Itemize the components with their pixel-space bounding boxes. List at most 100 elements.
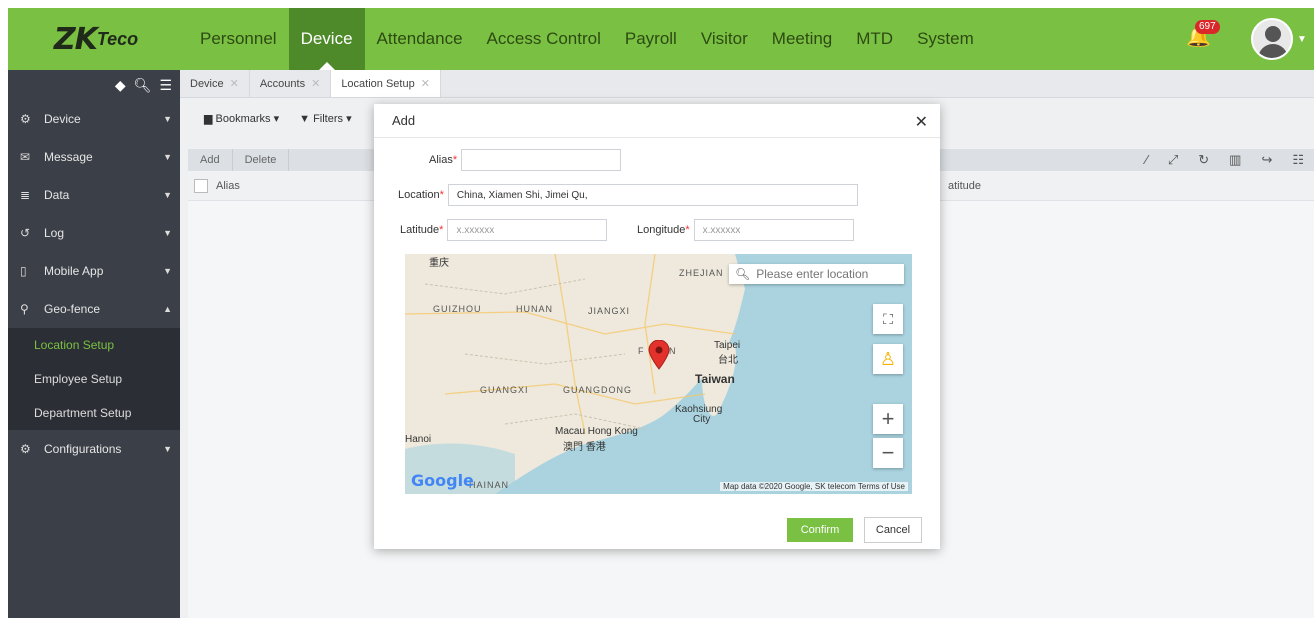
map-label-city: City (693, 414, 711, 425)
share-icon[interactable]: ↪ (1261, 152, 1272, 168)
map-label-guangxi: GUANGXI (480, 385, 529, 395)
search-icon[interactable]: 🔍︎ (134, 77, 152, 94)
nav-access-control[interactable]: Access Control (475, 8, 613, 70)
map-label-chongqing: 重庆 (429, 258, 449, 269)
close-icon[interactable]: ✕ (915, 112, 928, 132)
map-label-macau-hk-cn: 澳門 香港 (563, 442, 606, 453)
longitude-input[interactable] (693, 219, 854, 241)
bookmarks-label: Bookmarks (215, 112, 271, 125)
map-label-hainan: HAINAN (469, 480, 510, 490)
fullscreen-icon[interactable]: ⛶ (873, 304, 903, 334)
map-attribution[interactable]: Map data ©2020 Google, SK telecom Terms … (720, 482, 908, 491)
google-logo: Google (411, 471, 474, 490)
menu-toggle-icon[interactable]: ☰ (159, 77, 172, 94)
log-icon: ↺ (20, 226, 31, 240)
notification-badge: 697 (1195, 20, 1220, 34)
map-label-zhejiang: ZHEJIAN (679, 268, 724, 278)
close-icon[interactable]: ✕ (421, 78, 430, 90)
zkteco-logo[interactable]: ZK Teco (8, 8, 184, 70)
column-alias[interactable]: Alias (216, 180, 240, 192)
magic-wand-icon[interactable]: ⁄ (1146, 152, 1148, 168)
location-input[interactable] (447, 184, 858, 206)
tab-device[interactable]: Device ✕ (180, 70, 250, 97)
zoom-in-button[interactable]: + (873, 404, 903, 434)
bookmarks-button[interactable]: ▆ Bookmarks ▾ (204, 112, 279, 125)
nav-meeting[interactable]: Meeting (760, 8, 844, 70)
map-label-taipei: Taipei (714, 340, 741, 351)
select-all-checkbox[interactable] (194, 178, 208, 193)
sidebar-item-message[interactable]: ✉ Message ▼ (8, 138, 180, 176)
sidebar-subitem-department-setup[interactable]: Department Setup (8, 396, 180, 430)
confirm-button[interactable]: Confirm (787, 518, 853, 542)
avatar[interactable] (1251, 18, 1293, 60)
sidebar-item-label: Device (44, 112, 81, 126)
latitude-input[interactable] (447, 219, 608, 241)
required-marker: * (452, 154, 458, 166)
map-search-box[interactable]: 🔍︎ (729, 264, 904, 284)
map-label-macau-hk: Macau Hong Kong (555, 426, 638, 437)
alias-label: Alias* (429, 154, 457, 166)
street-view-pegman-icon[interactable]: ♙ (873, 344, 903, 374)
filters-label: Filters (313, 112, 344, 125)
tab-label: Accounts (259, 78, 306, 90)
expand-icon[interactable]: ⤢ (1168, 152, 1178, 168)
required-marker: * (439, 224, 444, 236)
add-button[interactable]: Add (188, 149, 233, 171)
search-icon: 🔍︎ (735, 267, 751, 281)
nav-mtd[interactable]: MTD (844, 8, 905, 70)
app-window: ZK Teco Personnel Device Attendance Acces… (8, 8, 1314, 618)
location-label: Location* (398, 189, 444, 201)
map-label-jiangxi: JIANGXI (588, 306, 631, 316)
map-label-fujian-a: F (638, 346, 645, 356)
tab-label: Device (190, 78, 224, 90)
latitude-row: Latitude* (400, 219, 608, 241)
columns-icon[interactable]: ▥ (1229, 152, 1241, 168)
sidebar-item-log[interactable]: ↺ Log ▼ (8, 214, 180, 252)
close-icon[interactable]: ✕ (311, 78, 320, 90)
sidebar-item-data[interactable]: ≣ Data ▼ (8, 176, 180, 214)
google-logo-text: Google (411, 471, 474, 490)
zoom-out-button[interactable]: − (873, 438, 903, 468)
sidebar-subitem-employee-setup[interactable]: Employee Setup (8, 362, 180, 396)
tab-bar: Device ✕ Accounts ✕ Location Setup ✕ (180, 70, 1314, 98)
location-row: Location* (398, 184, 858, 206)
map-view[interactable]: 重庆 ZHEJIAN GUIZHOU HUNAN JIANGXI F N Tai… (405, 254, 912, 494)
map-label-hunan: HUNAN (516, 304, 554, 314)
nav-visitor[interactable]: Visitor (689, 8, 760, 70)
sidebar-item-device[interactable]: ⚙ Device ▼ (8, 100, 180, 138)
map-pin-icon[interactable] (648, 340, 670, 370)
delete-button[interactable]: Delete (233, 149, 290, 171)
required-marker: * (685, 224, 690, 236)
nav-device[interactable]: Device (288, 8, 365, 70)
logo-text: ZK (53, 21, 98, 57)
alias-input[interactable] (461, 149, 622, 171)
refresh-icon[interactable]: ↻ (1198, 152, 1209, 168)
sidebar-item-mobile-app[interactable]: ▯ Mobile App ▼ (8, 252, 180, 290)
settings-icon[interactable]: ☷ (1292, 152, 1304, 168)
tag-icon[interactable]: ◆ (115, 77, 126, 94)
map-label-fujian-b: N (669, 346, 677, 356)
column-latitude[interactable]: atitude (948, 180, 981, 192)
nav-payroll[interactable]: Payroll (613, 8, 689, 70)
nav-attendance[interactable]: Attendance (365, 8, 475, 70)
tab-accounts[interactable]: Accounts ✕ (250, 70, 332, 97)
nav-system[interactable]: System (905, 8, 986, 70)
sidebar-item-label: Data (44, 188, 70, 202)
chevron-down-icon: ▼ (163, 228, 172, 238)
dialog-title: Add (374, 104, 940, 138)
sidebar-item-geo-fence[interactable]: ⚲ Geo-fence ▲ (8, 290, 180, 328)
sidebar-item-configurations[interactable]: ⚙ Configurations ▼ (8, 430, 180, 468)
chevron-down-icon: ▼ (163, 444, 172, 454)
close-icon[interactable]: ✕ (230, 78, 239, 90)
map-search-input[interactable] (756, 267, 897, 281)
map-label-taiwan: Taiwan (695, 372, 735, 386)
tab-location-setup[interactable]: Location Setup ✕ (331, 70, 441, 97)
sidebar-subitem-location-setup[interactable]: Location Setup (8, 328, 180, 362)
device-icon: ⚙ (20, 112, 31, 126)
cancel-button[interactable]: Cancel (864, 517, 922, 543)
chevron-down-icon[interactable]: ▼ (1297, 34, 1307, 45)
filters-button[interactable]: ▼ Filters ▾ (299, 112, 351, 125)
alias-row: Alias* (429, 149, 622, 171)
latitude-label-text: Latitude (400, 224, 440, 236)
nav-personnel[interactable]: Personnel (188, 8, 289, 70)
